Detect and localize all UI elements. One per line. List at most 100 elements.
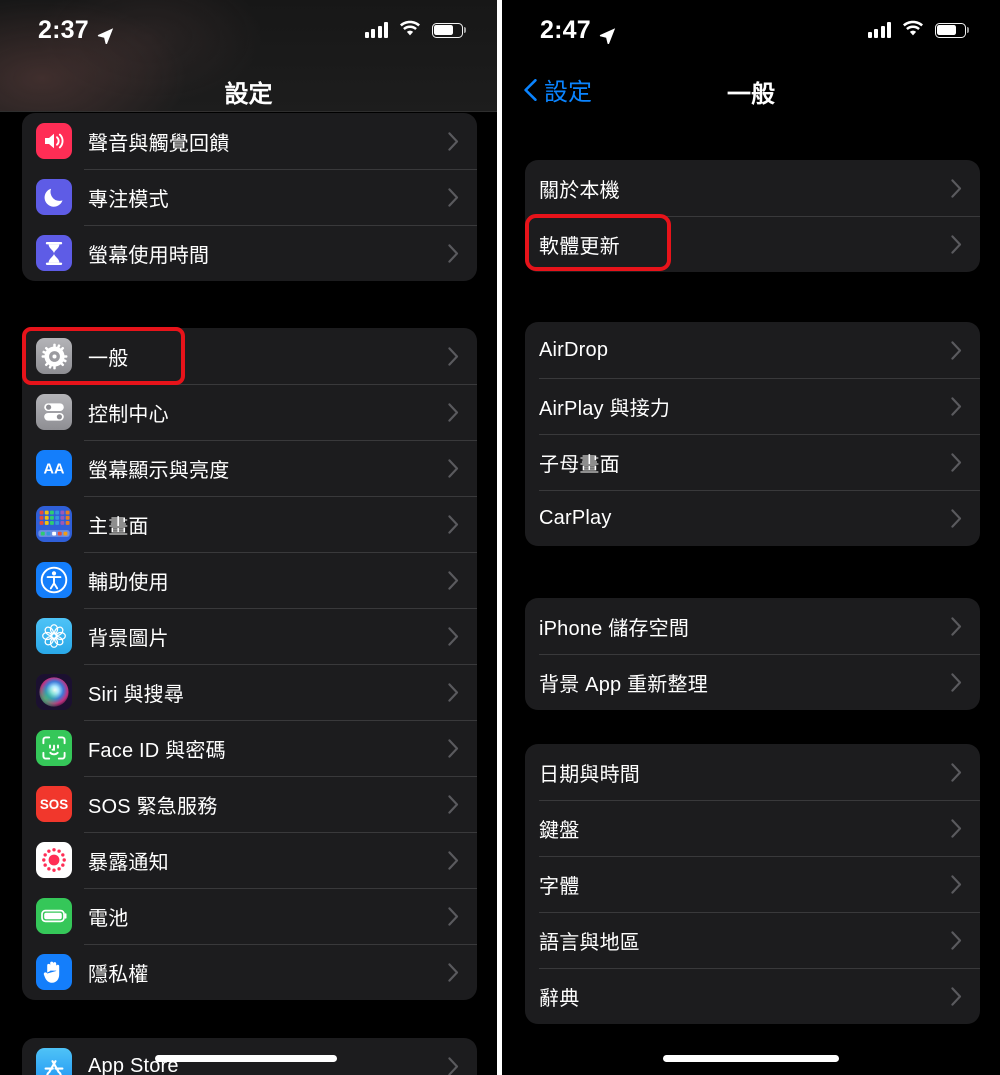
chevron-right-icon (448, 131, 459, 151)
svg-text:AA: AA (44, 462, 65, 478)
settings-row-label: Face ID 與密碼 (88, 739, 226, 762)
settings-row-label: 專注模式 (88, 188, 169, 211)
settings-row[interactable]: 關於本機 (525, 160, 980, 216)
chevron-right-icon (448, 682, 459, 702)
settings-row-label: Siri 與搜尋 (88, 683, 185, 706)
settings-row-label: 關於本機 (539, 179, 620, 202)
settings-row[interactable]: SOS SOS 緊急服務 (22, 776, 477, 832)
chevron-right-icon (448, 458, 459, 478)
page-title: 一般 (727, 81, 775, 108)
settings-row[interactable]: iPhone 儲存空間 (525, 598, 980, 654)
cellular-bars-icon (867, 22, 891, 38)
settings-row-label: 輔助使用 (88, 571, 169, 594)
settings-row[interactable]: 隱私權 (22, 944, 477, 1000)
status-bar-indicators (364, 20, 467, 41)
wallpaper-flower-icon (36, 618, 72, 654)
settings-row[interactable]: 背景圖片 (22, 608, 477, 664)
settings-row[interactable]: 背景 App 重新整理 (525, 654, 980, 710)
settings-row-label: AirDrop (539, 338, 609, 361)
settings-row-label: 子母畫面 (539, 453, 620, 476)
chevron-right-icon (951, 986, 962, 1006)
settings-row[interactable]: 電池 (22, 888, 477, 944)
chevron-right-icon (448, 187, 459, 207)
settings-row[interactable]: 辭典 (525, 968, 980, 1024)
settings-row[interactable]: 一般 (22, 328, 477, 384)
settings-row-label: 背景 App 重新整理 (539, 673, 708, 696)
focus-moon-icon (36, 179, 72, 215)
settings-row[interactable]: 字體 (525, 856, 980, 912)
right-status-bar: 2:47 (502, 0, 1000, 60)
svg-text:SOS: SOS (40, 797, 68, 812)
settings-row[interactable]: Face ID 與密碼 (22, 720, 477, 776)
exposure-notification-icon (36, 842, 72, 878)
right-phone-screenshot: 關於本機軟體更新 AirDrop AirPlay 與接力子母畫面 CarPlay iPh… (502, 0, 1000, 1075)
settings-row-label: 字體 (539, 875, 580, 898)
page-title: 設定 (224, 81, 273, 108)
location-arrow-icon (599, 22, 616, 44)
chevron-right-icon (448, 794, 459, 814)
settings-list-scroll[interactable]: 聲音與觸覺回饋專注模式螢幕使用時間一般控制中心 AA 螢幕顯示與亮度主畫面輔助使用背… (0, 0, 497, 1075)
chevron-right-icon (951, 178, 962, 198)
general-settings-scroll[interactable]: 關於本機軟體更新 AirDrop AirPlay 與接力子母畫面 CarPlay iPh… (502, 0, 1000, 1075)
screen-time-hourglass-icon (36, 235, 72, 271)
chevron-right-icon (951, 396, 962, 416)
settings-row-label: 螢幕顯示與亮度 (88, 459, 230, 482)
home-screen-grid-icon (36, 506, 72, 542)
chevron-right-icon (951, 508, 962, 528)
accessibility-icon (36, 562, 72, 598)
settings-row-label: SOS 緊急服務 (88, 795, 218, 818)
chevron-right-icon (951, 452, 962, 472)
settings-group-card: 聲音與觸覺回饋專注模式螢幕使用時間 (22, 113, 477, 281)
settings-row[interactable]: 專注模式 (22, 169, 477, 225)
chevron-right-icon (448, 243, 459, 263)
settings-row-label: 語言與地區 (539, 931, 640, 954)
settings-group-card: iPhone 儲存空間背景 App 重新整理 (525, 598, 980, 710)
battery-green-icon (36, 898, 72, 934)
settings-row[interactable]: 子母畫面 (525, 434, 980, 490)
clock-label: 2:47 (540, 15, 591, 44)
home-indicator (663, 1055, 839, 1062)
chevron-right-icon (448, 906, 459, 926)
settings-row[interactable]: AirDrop (525, 322, 980, 378)
chevron-right-icon (951, 340, 962, 360)
app-store-icon (36, 1048, 72, 1075)
chevron-right-icon (448, 850, 459, 870)
chevron-right-icon (448, 570, 459, 590)
settings-row[interactable]: 語言與地區 (525, 912, 980, 968)
settings-row[interactable]: 主畫面 (22, 496, 477, 552)
settings-row[interactable]: Siri 與搜尋 (22, 664, 477, 720)
settings-row[interactable]: AA 螢幕顯示與亮度 (22, 440, 477, 496)
sound-haptics-icon (36, 123, 72, 159)
chevron-right-icon (448, 346, 459, 366)
settings-row[interactable]: 日期與時間 (525, 744, 980, 800)
settings-row-label: 螢幕使用時間 (88, 244, 210, 267)
settings-row-label: 電池 (88, 907, 129, 930)
chevron-right-icon (448, 1056, 459, 1075)
settings-row-label: 日期與時間 (539, 763, 640, 786)
settings-row[interactable]: CarPlay (525, 490, 980, 546)
screenshot-stage: 聲音與觸覺回饋 專注模式 螢幕使用時間 一般 控制中心 AA 螢幕顯示與亮度 主畫面 輔助使用背… (0, 0, 1000, 1075)
settings-row[interactable]: 輔助使用 (22, 552, 477, 608)
settings-row[interactable]: 暴露通知 (22, 832, 477, 888)
chevron-right-icon (448, 402, 459, 422)
chevron-right-icon (448, 514, 459, 534)
chevron-right-icon (448, 962, 459, 982)
control-center-toggles-icon (36, 394, 72, 430)
status-bar-time-group: 2:37 (38, 16, 114, 45)
face-id-icon (36, 730, 72, 766)
left-status-bar: 2:37 (0, 0, 497, 60)
chevron-right-icon (448, 738, 459, 758)
settings-group-card: AirDrop AirPlay 與接力子母畫面 CarPlay (525, 322, 980, 546)
chevron-right-icon (951, 672, 962, 692)
settings-row[interactable]: 螢幕使用時間 (22, 225, 477, 281)
settings-row[interactable]: 聲音與觸覺回饋 (22, 113, 477, 169)
settings-row[interactable]: AirPlay 與接力 (525, 378, 980, 434)
settings-row[interactable]: 軟體更新 (525, 216, 980, 272)
settings-row[interactable]: 鍵盤 (525, 800, 980, 856)
chevron-right-icon (951, 762, 962, 782)
settings-row[interactable]: 控制中心 (22, 384, 477, 440)
settings-group-card: 日期與時間鍵盤字體語言與地區辭典 (525, 744, 980, 1024)
settings-row-label: 控制中心 (88, 403, 169, 426)
display-brightness-aa-icon: AA (36, 450, 72, 486)
settings-row-label: CarPlay (539, 506, 612, 529)
